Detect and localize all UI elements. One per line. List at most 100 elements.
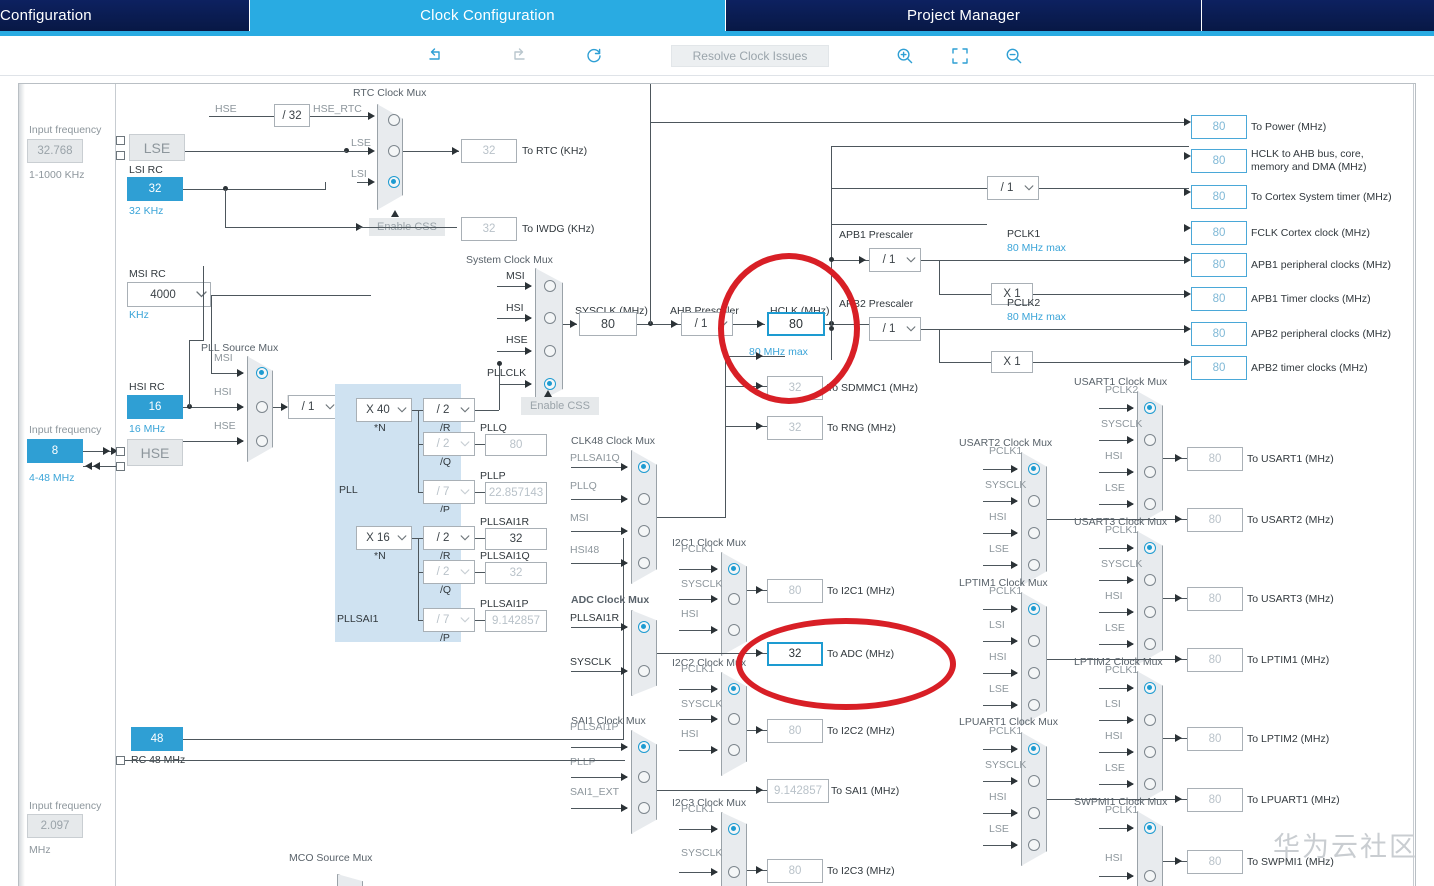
output-box-apb2-periph[interactable]: 80 [1191,322,1247,346]
rtc-output-box[interactable]: 32 [461,139,517,163]
sai1-radio-2[interactable] [638,802,650,814]
sysclk-mux-radio-msi[interactable] [544,280,556,292]
usart3-radio-1[interactable] [1144,574,1156,586]
output-box-power[interactable]: 80 [1191,115,1247,139]
pllsai1-q-select[interactable]: / 2 [423,560,475,584]
swpmi1-output-box[interactable]: 80 [1187,850,1243,874]
hse-osc-box[interactable]: HSE [127,439,183,466]
rc48-box[interactable]: 48 [131,727,183,751]
sai1-output-box[interactable]: 9.142857 [767,779,829,803]
tab-overflow[interactable] [1202,0,1434,31]
tab-project-manager[interactable]: Project Manager [726,0,1202,31]
swpmi1-radio-1[interactable] [1144,870,1156,882]
pll-q-select[interactable]: / 2 [423,432,475,456]
clk48-radio-1[interactable] [638,493,650,505]
pll-source-radio-hse[interactable] [256,435,268,447]
pllm-select[interactable]: / 1 [288,395,340,419]
pllsai1-p-select[interactable]: / 7 [423,608,475,632]
fit-to-screen-icon[interactable] [947,44,973,68]
lse-input-frequency-field[interactable]: 32.768 [27,139,83,163]
lpuart1-radio-0[interactable] [1028,743,1040,755]
apb1-prescaler-select[interactable]: / 1 [869,248,921,272]
lptim1-output-box[interactable]: 80 [1187,648,1243,672]
sysclk-mux-radio-hsi[interactable] [544,312,556,324]
apb2-prescaler-select[interactable]: / 1 [869,317,921,341]
i2c1-radio-1[interactable] [728,593,740,605]
adc-radio-1[interactable] [638,665,650,677]
pllsai1p-output-box[interactable]: 9.142857 [485,610,547,632]
hsi-rc-box[interactable]: 16 [127,395,183,419]
lpuart1-radio-3[interactable] [1028,839,1040,851]
lsi-rc-box[interactable]: 32 [127,177,183,201]
usart3-output-box[interactable]: 80 [1187,587,1243,611]
usart1-radio-2[interactable] [1144,466,1156,478]
rng-output-box[interactable]: 32 [767,416,823,440]
tab-configuration[interactable]: Configuration [0,0,250,31]
usart1-radio-0[interactable] [1144,402,1156,414]
hse-input-frequency-field[interactable]: 8 [27,439,83,463]
i2c1-output-box[interactable]: 80 [767,579,823,603]
lpuart1-radio-2[interactable] [1028,807,1040,819]
zoom-out-icon[interactable] [1001,44,1027,68]
clk48-radio-3[interactable] [638,557,650,569]
usart3-radio-2[interactable] [1144,606,1156,618]
sysclk-mux-radio-hse[interactable] [544,345,556,357]
pll-source-radio-msi[interactable] [256,367,268,379]
lptim2-output-box[interactable]: 80 [1187,727,1243,751]
cortex-prescaler-select[interactable]: / 1 [987,176,1039,200]
output-box-apb2-timer[interactable]: 80 [1191,356,1247,380]
i2c3-output-box[interactable]: 80 [767,859,823,883]
system-enable-css-button[interactable]: Enable CSS [521,397,599,415]
output-box-fclk[interactable]: 80 [1191,221,1247,245]
usart1-output-box[interactable]: 80 [1187,447,1243,471]
swpmi1-radio-0[interactable] [1144,822,1156,834]
output-box-apb1-timer[interactable]: 80 [1191,287,1247,311]
i2c2-output-box[interactable]: 80 [767,719,823,743]
pll-n-select[interactable]: X 40 [356,398,412,422]
pllsai1r-output-box[interactable]: 32 [485,528,547,550]
clock-tree-canvas[interactable]: Input frequency 32.768 1-1000 KHz Input … [18,83,1416,886]
usart1-radio-1[interactable] [1144,434,1156,446]
lptim2-radio-2[interactable] [1144,746,1156,758]
lptim2-radio-3[interactable] [1144,778,1156,790]
lptim1-radio-2[interactable] [1028,667,1040,679]
resolve-clock-issues-button[interactable]: Resolve Clock Issues [671,45,829,67]
usart2-radio-3[interactable] [1028,559,1040,571]
i2c2-radio-0[interactable] [728,683,740,695]
usart2-output-box[interactable]: 80 [1187,508,1243,532]
tab-clock-configuration[interactable]: Clock Configuration [250,0,726,31]
rtc-hse-divider[interactable]: / 32 [274,104,310,127]
clk48-radio-2[interactable] [638,525,650,537]
lptim1-radio-1[interactable] [1028,635,1040,647]
i2c2-radio-1[interactable] [728,713,740,725]
i2c3-radio-1[interactable] [728,866,740,878]
pllsai1-r-select[interactable]: / 2 [423,526,475,550]
usart3-radio-3[interactable] [1144,638,1156,650]
lptim1-radio-0[interactable] [1028,603,1040,615]
i2c1-radio-2[interactable] [728,624,740,636]
adc-output-box[interactable]: 32 [767,642,823,666]
lpuart1-radio-1[interactable] [1028,775,1040,787]
rtc-mux-radio-1[interactable] [388,145,400,157]
usart2-radio-2[interactable] [1028,527,1040,539]
sai1-radio-1[interactable] [638,771,650,783]
pll-p-select[interactable]: / 7 [423,480,475,504]
msi-rc-select[interactable]: 4000 [127,282,211,307]
usart1-radio-3[interactable] [1144,498,1156,510]
pllp-output-box[interactable]: 22.857143 [485,482,547,504]
rtc-mux-radio-0[interactable] [388,114,400,126]
output-box-hclk-ahb[interactable]: 80 [1191,149,1247,173]
apb2-timer-mult-box[interactable]: X 1 [991,351,1033,373]
undo-icon[interactable] [423,44,449,68]
i2c2-radio-2[interactable] [728,744,740,756]
lptim1-radio-3[interactable] [1028,699,1040,711]
pllq-output-box[interactable]: 80 [485,434,547,456]
output-box-cortex-systimer[interactable]: 80 [1191,185,1247,209]
sysclk-box[interactable]: 80 [579,312,637,336]
usart2-radio-0[interactable] [1028,463,1040,475]
i2c1-radio-0[interactable] [728,563,740,575]
sai1-radio-0[interactable] [638,741,650,753]
iwdg-output-box[interactable]: 32 [461,217,517,241]
adc-radio-0[interactable] [638,621,650,633]
zoom-in-icon[interactable] [892,44,918,68]
